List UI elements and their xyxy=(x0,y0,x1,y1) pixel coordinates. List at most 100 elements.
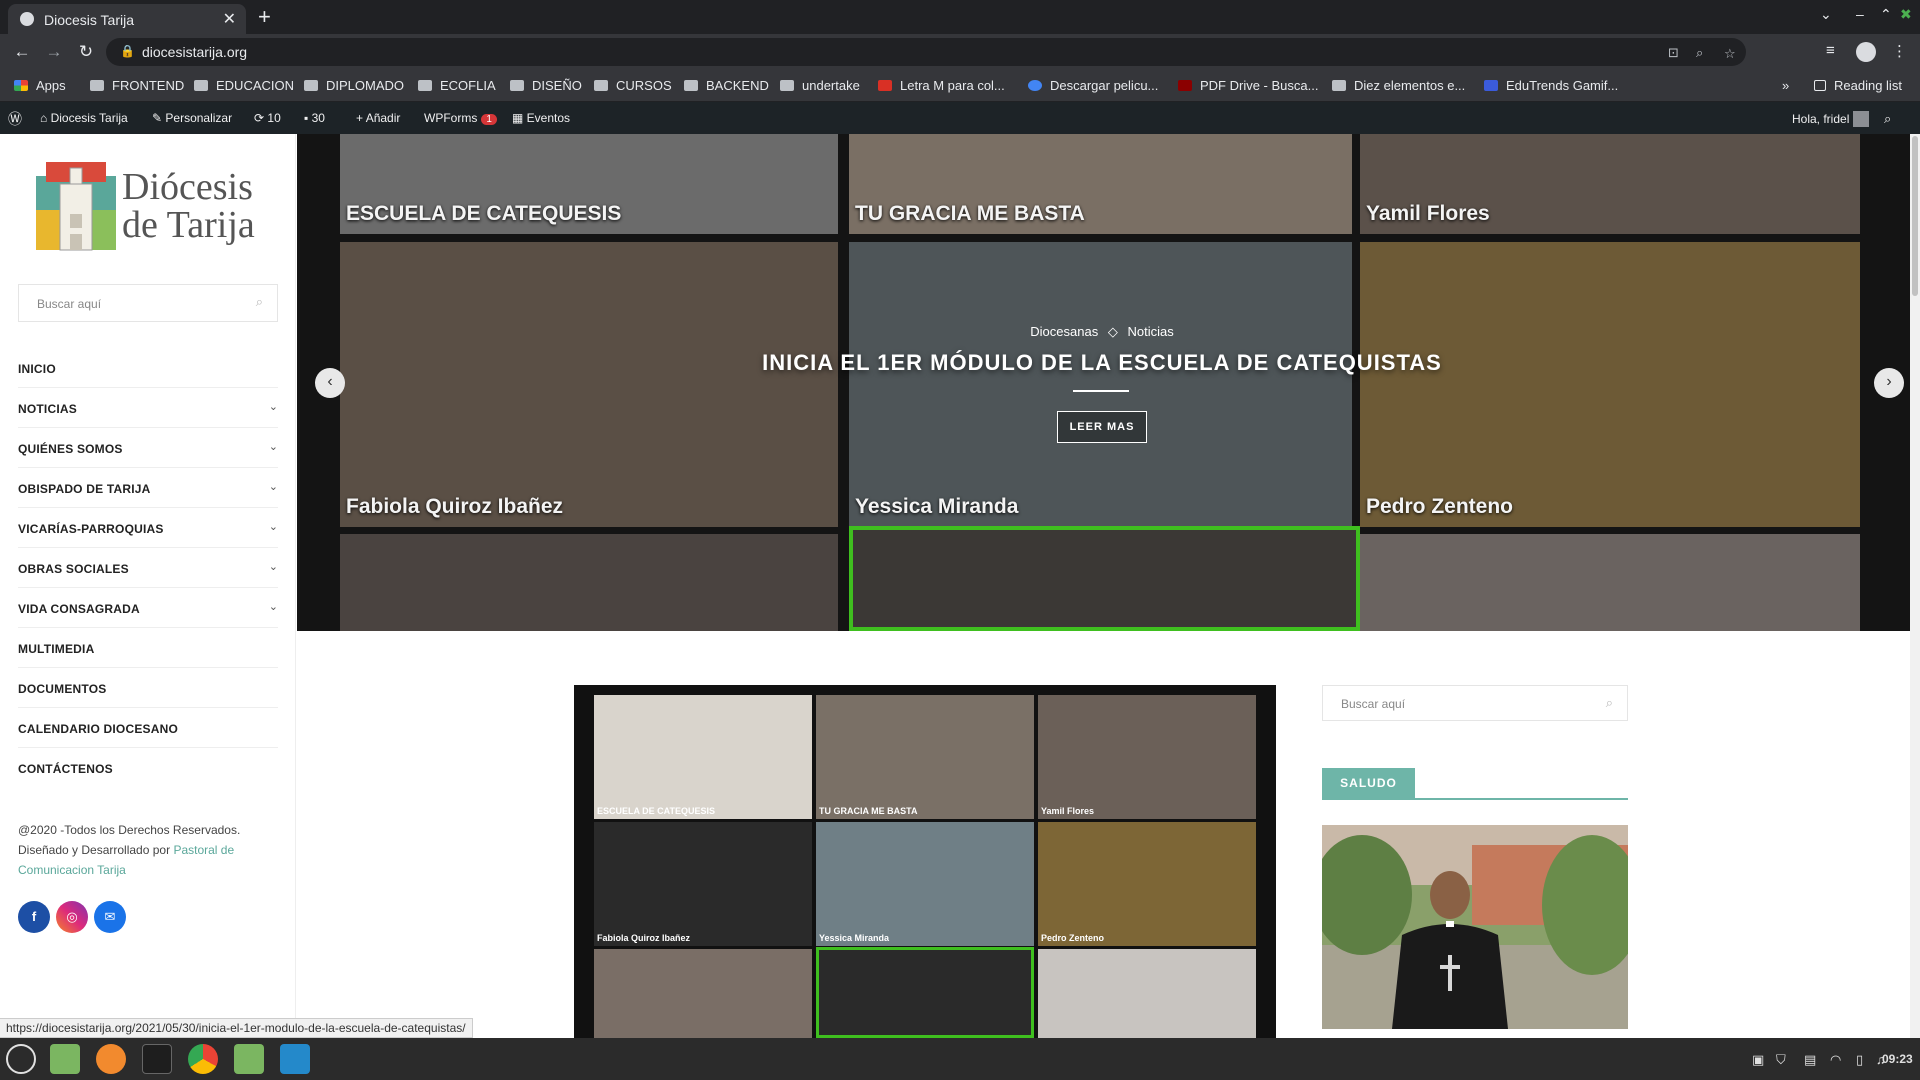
scrollbar-thumb[interactable] xyxy=(1912,136,1918,296)
menu-item-multimedia[interactable]: MULTIMEDIA xyxy=(18,628,278,668)
menu-item-vicarias[interactable]: VICARÍAS-PARROQUIAS ⌄ xyxy=(18,508,278,548)
menu-item-calendario[interactable]: CALENDARIO DIOCESANO xyxy=(18,708,278,748)
chevron-down-icon[interactable]: ⌄ xyxy=(269,400,278,413)
firefox-icon[interactable] xyxy=(96,1044,126,1074)
sidebar-search-input[interactable]: Buscar aquí ⌕ xyxy=(18,284,278,322)
menu-item-contactenos[interactable]: CONTÁCTENOS xyxy=(18,748,278,788)
chevron-down-icon[interactable]: ⌄ xyxy=(269,600,278,613)
site-logo[interactable]: Diócesis de Tarija xyxy=(36,158,276,258)
bookmark-folder[interactable]: BACKEND xyxy=(684,78,769,93)
updates-icon[interactable]: ▤ xyxy=(1804,1052,1816,1068)
new-tab-button[interactable]: + xyxy=(258,4,271,30)
battery-icon[interactable]: ▯ xyxy=(1856,1052,1863,1068)
bookmark-folder[interactable]: DISEÑO xyxy=(510,78,582,93)
translate-icon[interactable]: ⊡ xyxy=(1668,45,1679,61)
close-window-icon[interactable]: ✖ xyxy=(1900,6,1912,23)
tab-search-icon[interactable]: ⌄ xyxy=(1820,6,1832,23)
chevron-down-icon[interactable]: ⌄ xyxy=(269,520,278,533)
wp-comments-link[interactable]: ▪ 30 xyxy=(304,111,325,125)
file-manager-icon[interactable] xyxy=(50,1044,80,1074)
zoom-icon[interactable]: ⌕ xyxy=(1696,45,1703,61)
bookmark-folder[interactable]: ECOFLIA xyxy=(418,78,496,93)
folder-icon xyxy=(510,80,524,91)
bookmark-site[interactable]: EduTrends Gamif... xyxy=(1484,78,1618,93)
menu-item-inicio[interactable]: INICIO xyxy=(18,348,278,388)
files-folder-icon[interactable] xyxy=(234,1044,264,1074)
more-bookmarks-icon[interactable]: » xyxy=(1782,78,1789,93)
wp-site-link[interactable]: ⌂ Diocesis Tarija xyxy=(40,111,128,125)
scrollbar[interactable] xyxy=(1910,134,1920,1038)
read-more-button[interactable]: LEER MAS xyxy=(1057,411,1147,443)
clipboard-icon[interactable]: ▣ xyxy=(1752,1052,1764,1068)
email-icon[interactable]: ✉ xyxy=(94,901,126,933)
search-icon[interactable]: ⌕ xyxy=(1606,695,1613,711)
menu-item-noticias[interactable]: NOTICIAS ⌄ xyxy=(18,388,278,428)
wp-events-link[interactable]: ▦ Eventos xyxy=(512,111,570,125)
forward-icon[interactable]: → xyxy=(44,42,64,62)
hero-title[interactable]: INICIA EL 1ER MÓDULO DE LA ESCUELA DE CA… xyxy=(297,350,1907,376)
bookmark-site[interactable]: Descargar pelicu... xyxy=(1028,78,1158,93)
shield-icon[interactable]: ⛉ xyxy=(1776,1052,1786,1068)
url-text: diocesistarija.org xyxy=(142,44,248,60)
wp-add-new-link[interactable]: + Añadir xyxy=(356,111,400,125)
lock-icon[interactable]: 🔒 xyxy=(120,44,135,58)
vscode-icon[interactable] xyxy=(280,1044,310,1074)
wp-customize-link[interactable]: ✎ Personalizar xyxy=(152,111,232,125)
os-menu-icon[interactable] xyxy=(6,1044,36,1074)
hero-slider: ESCUELA DE CATEQUESIS TU GRACIA ME BASTA… xyxy=(297,134,1920,631)
bookmark-site[interactable]: PDF Drive - Busca... xyxy=(1178,78,1318,93)
article-featured-image[interactable]: ESCUELA DE CATEQUESIS TU GRACIA ME BASTA… xyxy=(574,685,1276,1038)
clock[interactable]: 09:23 xyxy=(1882,1052,1913,1066)
wp-account-link[interactable]: Hola, fridel xyxy=(1792,111,1869,127)
wp-wpforms-link[interactable]: WPForms 1 xyxy=(424,111,497,125)
search-icon[interactable]: ⌕ xyxy=(1884,111,1891,127)
category-link[interactable]: Diocesanas xyxy=(1030,324,1098,339)
reading-list-button[interactable]: Reading list xyxy=(1814,78,1902,93)
maximize-icon[interactable]: ⌃ xyxy=(1880,6,1892,23)
browser-tab[interactable]: Diocesis Tarija ✕ xyxy=(8,4,246,34)
video-tile xyxy=(1360,534,1860,631)
bookmark-site[interactable]: Letra M para col... xyxy=(878,78,1005,93)
section-title: SALUDO xyxy=(1322,768,1415,798)
bookmark-star-icon[interactable]: ☆ xyxy=(1724,46,1736,62)
terminal-icon[interactable] xyxy=(142,1044,172,1074)
browser-tab-bar: Diocesis Tarija ✕ + ⌄ – ⌃ ✖ xyxy=(0,0,1920,34)
bookmark-folder[interactable]: CURSOS xyxy=(594,78,672,93)
address-bar[interactable]: 🔒 diocesistarija.org ☆ ⌕ ⊡ xyxy=(106,38,1746,66)
bookmark-folder[interactable]: EDUCACION xyxy=(194,78,294,93)
profile-avatar[interactable] xyxy=(1856,42,1876,62)
instagram-icon[interactable]: ◎ xyxy=(56,901,88,933)
bookmark-folder[interactable]: FRONTEND xyxy=(90,78,184,93)
search-icon[interactable]: ⌕ xyxy=(256,294,263,310)
brush-icon: ✎ xyxy=(152,111,166,125)
user-avatar xyxy=(1852,111,1869,127)
menu-kebab-icon[interactable]: ⋮ xyxy=(1892,42,1907,60)
bookmarks-bar: Apps FRONTEND EDUCACION DIPLOMADO ECOFLI… xyxy=(0,70,1920,102)
chevron-down-icon[interactable]: ⌄ xyxy=(269,560,278,573)
minimize-icon[interactable]: – xyxy=(1856,6,1864,22)
chevron-down-icon[interactable]: ⌄ xyxy=(269,440,278,453)
bookmark-apps[interactable]: Apps xyxy=(14,78,66,93)
facebook-icon[interactable]: f xyxy=(18,901,50,933)
reload-icon[interactable]: ↻ xyxy=(76,42,96,62)
network-icon[interactable]: ◠ xyxy=(1830,1052,1841,1068)
menu-item-vida-consagrada[interactable]: VIDA CONSAGRADA ⌄ xyxy=(18,588,278,628)
media-control-icon[interactable]: ≡ xyxy=(1826,42,1835,59)
bookmark-site[interactable]: Diez elementos e... xyxy=(1332,78,1465,93)
notification-badge: 1 xyxy=(481,114,497,125)
chevron-down-icon[interactable]: ⌄ xyxy=(269,480,278,493)
menu-item-quienes-somos[interactable]: QUIÉNES SOMOS ⌄ xyxy=(18,428,278,468)
category-link[interactable]: Noticias xyxy=(1127,324,1173,339)
chrome-icon[interactable] xyxy=(188,1044,218,1074)
close-tab-icon[interactable]: ✕ xyxy=(223,9,236,29)
menu-item-obispado[interactable]: OBISPADO DE TARIJA ⌄ xyxy=(18,468,278,508)
back-icon[interactable]: ← xyxy=(12,42,32,62)
wordpress-logo-icon[interactable]: Ⓦ xyxy=(8,109,22,129)
bookmark-folder[interactable]: DIPLOMADO xyxy=(304,78,404,93)
menu-item-documentos[interactable]: DOCUMENTOS xyxy=(18,668,278,708)
wp-updates-link[interactable]: ⟳ 10 xyxy=(254,111,281,125)
bishop-photo[interactable] xyxy=(1322,825,1628,1029)
right-search-input[interactable]: Buscar aquí ⌕ xyxy=(1322,685,1628,721)
menu-item-obras-sociales[interactable]: OBRAS SOCIALES ⌄ xyxy=(18,548,278,588)
bookmark-folder[interactable]: undertake xyxy=(780,78,860,93)
